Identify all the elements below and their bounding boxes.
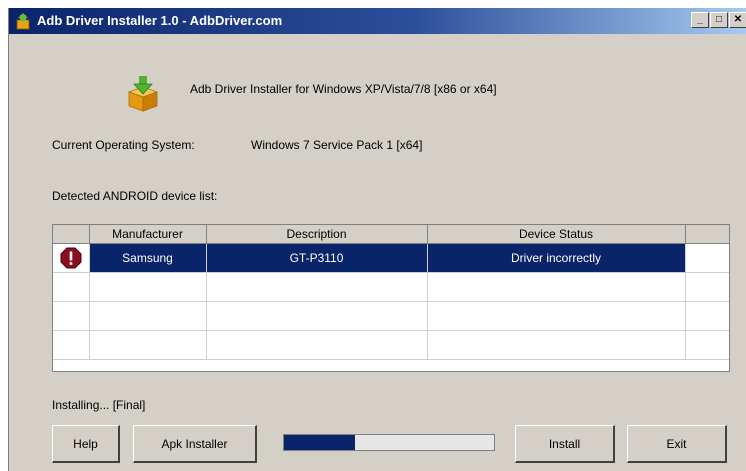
- column-header-manufacturer[interactable]: Manufacturer: [89, 225, 207, 244]
- app-heading: Adb Driver Installer for Windows XP/Vist…: [190, 82, 497, 96]
- close-button[interactable]: ✕: [729, 12, 746, 28]
- status-text: Installing... [Final]: [52, 398, 146, 412]
- stop-icon: [60, 247, 82, 269]
- install-button[interactable]: Install: [515, 425, 615, 463]
- installer-box-icon: [16, 13, 30, 30]
- app-window: Adb Driver Installer 1.0 - AdbDriver.com…: [8, 8, 746, 471]
- title-bar[interactable]: Adb Driver Installer 1.0 - AdbDriver.com…: [9, 8, 746, 34]
- os-value: Windows 7 Service Pack 1 [x64]: [251, 138, 423, 152]
- window-title: Adb Driver Installer 1.0 - AdbDriver.com: [37, 13, 283, 28]
- exit-button[interactable]: Exit: [627, 425, 727, 463]
- column-header-status[interactable]: Device Status: [427, 225, 686, 244]
- cell-status: Driver incorrectly: [427, 243, 686, 273]
- table-row: [53, 301, 729, 331]
- row-icon-cell: [53, 243, 90, 273]
- installer-box-icon: [127, 76, 159, 112]
- os-label: Current Operating System:: [52, 138, 195, 152]
- help-button[interactable]: Help: [52, 425, 120, 463]
- table-row[interactable]: Samsung GT-P3110 Driver incorrectly: [53, 243, 729, 273]
- table-header-row: Manufacturer Description Device Status: [53, 225, 729, 244]
- progress-fill: [284, 435, 356, 450]
- table-row: [53, 330, 729, 360]
- table-row: [53, 272, 729, 302]
- cell-description: GT-P3110: [206, 243, 428, 273]
- column-header-description[interactable]: Description: [206, 225, 428, 244]
- cell-manufacturer: Samsung: [89, 243, 207, 273]
- install-progress-bar: [283, 434, 495, 451]
- device-list-label: Detected ANDROID device list:: [52, 189, 218, 203]
- device-list-table[interactable]: Manufacturer Description Device Status S…: [52, 224, 730, 372]
- maximize-button[interactable]: □: [710, 12, 728, 28]
- apk-installer-button[interactable]: Apk Installer: [133, 425, 257, 463]
- cell-filler: [685, 243, 729, 273]
- column-header-filler: [685, 225, 729, 244]
- minimize-button[interactable]: _: [691, 12, 709, 28]
- column-header-icon: [53, 225, 90, 244]
